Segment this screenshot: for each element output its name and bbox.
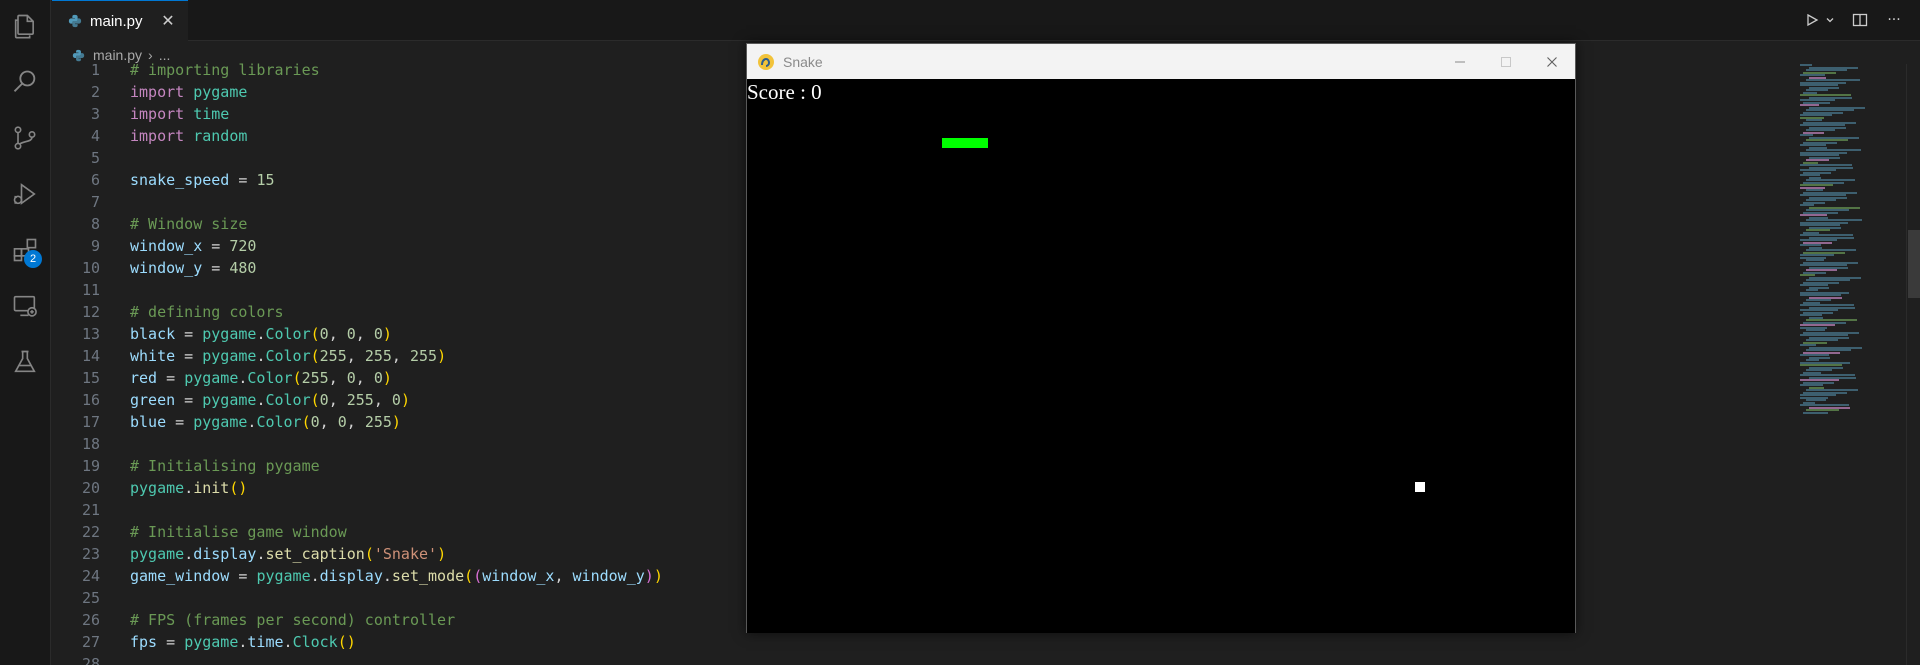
close-icon [1547, 56, 1557, 67]
tab-main-py[interactable]: main.py ✕ [52, 0, 188, 41]
code-text: snake_speed = 15 [130, 171, 275, 189]
line-number: 16 [81, 391, 100, 409]
code-text: import pygame [130, 83, 248, 101]
line-number: 19 [81, 457, 100, 475]
line-number: 22 [81, 523, 100, 541]
files-icon[interactable] [9, 10, 41, 42]
line-number: 10 [81, 259, 100, 277]
code-text: red = pygame.Color(255, 0, 0) [130, 369, 392, 387]
source-control-icon[interactable] [9, 122, 41, 154]
code-text: # Initialising pygame [130, 457, 320, 475]
minimap-line [1803, 411, 1828, 414]
code-text: # defining colors [130, 303, 284, 321]
line-number: 12 [81, 303, 100, 321]
line-number: 28 [81, 655, 100, 665]
line-number: 2 [90, 83, 100, 101]
line-number: 8 [90, 215, 100, 233]
line-number: 26 [81, 611, 100, 629]
code-text: green = pygame.Color(0, 255, 0) [130, 391, 410, 409]
code-text: blue = pygame.Color(0, 0, 255) [130, 413, 401, 431]
code-text: import random [130, 127, 248, 145]
window-title: Snake [783, 53, 823, 70]
line-number: 7 [90, 193, 100, 211]
extensions-badge: 2 [24, 250, 42, 268]
close-button[interactable] [1529, 44, 1575, 79]
pygame-snake-icon [758, 53, 774, 70]
code-text: window_y = 480 [130, 259, 257, 277]
search-icon[interactable] [9, 66, 41, 98]
activity-bar: 2 [0, 0, 51, 665]
more-actions-icon[interactable]: ··· [1884, 10, 1904, 30]
minimize-button[interactable] [1437, 44, 1483, 79]
code-text: black = pygame.Color(0, 0, 0) [130, 325, 392, 343]
chevron-down-icon[interactable] [1824, 10, 1836, 30]
maximize-icon [1501, 56, 1511, 67]
game-canvas[interactable]: Score : 0 [747, 79, 1575, 633]
score-label: Score : 0 [747, 80, 822, 104]
line-number: 25 [81, 589, 100, 607]
line-number: 24 [81, 567, 100, 585]
line-number: 13 [81, 325, 100, 343]
code-text: # FPS (frames per second) controller [130, 611, 456, 629]
remote-explorer-icon[interactable] [9, 290, 41, 322]
code-text: import time [130, 105, 230, 123]
line-number: 5 [90, 149, 100, 167]
run-icon[interactable] [1802, 10, 1822, 30]
line-number: 21 [81, 501, 100, 519]
code-text: # Window size [130, 215, 248, 233]
line-number: 27 [81, 633, 100, 651]
maximize-button[interactable] [1483, 44, 1529, 79]
minimize-icon [1455, 61, 1465, 62]
editor-scrollbar[interactable] [1906, 64, 1920, 665]
code-line[interactable]: 28 [52, 653, 1452, 665]
code-text: # importing libraries [130, 61, 320, 79]
code-text: # Initialise game window [130, 523, 347, 541]
code-text: window_x = 720 [130, 237, 257, 255]
code-text: game_window = pygame.display.set_mode((w… [130, 567, 663, 585]
line-number: 1 [90, 61, 100, 79]
snake-game-window[interactable]: Snake Score : 0 [746, 43, 1576, 633]
tab-label: main.py [90, 12, 143, 30]
line-number: 23 [81, 545, 100, 563]
editor-actions: ··· [1802, 10, 1904, 30]
line-number: 20 [81, 479, 100, 497]
window-titlebar[interactable]: Snake [747, 44, 1575, 79]
food-pellet [1415, 482, 1425, 492]
minimap[interactable] [1796, 64, 1906, 424]
tab-bar: main.py ✕ ··· [52, 0, 1920, 41]
code-text: fps = pygame.time.Clock() [130, 633, 356, 651]
code-text: white = pygame.Color(255, 255, 255) [130, 347, 447, 365]
line-number: 9 [90, 237, 100, 255]
line-number: 3 [90, 105, 100, 123]
line-number: 18 [81, 435, 100, 453]
line-number: 4 [90, 127, 100, 145]
code-line[interactable]: 27 fps = pygame.time.Clock() [52, 631, 1452, 653]
run-debug-icon[interactable] [9, 178, 41, 210]
line-number: 11 [81, 281, 100, 299]
close-icon[interactable]: ✕ [158, 11, 178, 31]
split-editor-icon[interactable] [1850, 10, 1870, 30]
line-number: 14 [81, 347, 100, 365]
python-file-icon [68, 14, 82, 28]
line-number: 6 [90, 171, 100, 189]
snake-body [942, 138, 988, 148]
code-text: pygame.display.set_caption('Snake') [130, 545, 447, 563]
testing-icon[interactable] [9, 346, 41, 378]
scrollbar-thumb[interactable] [1908, 230, 1920, 298]
code-text: pygame.init() [130, 479, 248, 497]
line-number: 15 [81, 369, 100, 387]
line-number: 17 [81, 413, 100, 431]
